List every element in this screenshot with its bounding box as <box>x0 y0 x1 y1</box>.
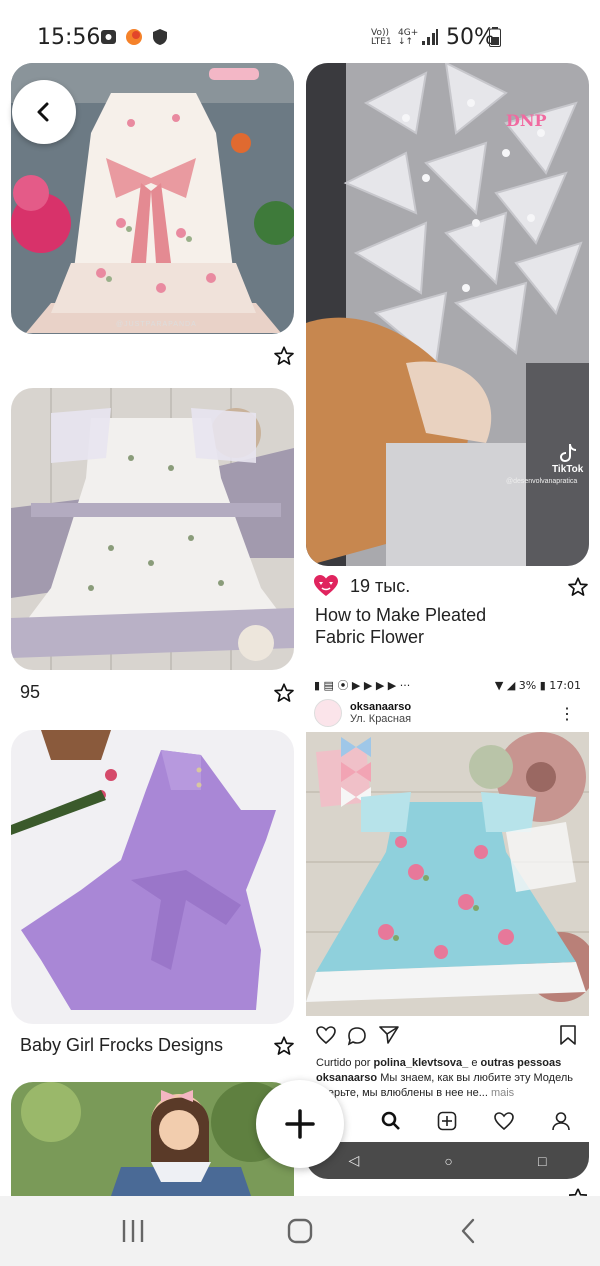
home-circle-icon: ○ <box>444 1152 453 1169</box>
avatar <box>314 699 342 727</box>
pin-meta-count: 95 <box>20 682 41 702</box>
girl-portrait-image <box>11 1082 294 1196</box>
bookmark-icon <box>560 1025 576 1045</box>
ig-post-header: oksanaarso Ул. Красная ⋮ <box>306 694 589 732</box>
ig-status-bar: ▮ ▤ ⦿ ▶ ▶ ▶ ▶ ··· ▼ ◢ 3% ▮ 17:01 <box>306 676 589 694</box>
comment-icon <box>347 1027 366 1046</box>
more-icon: ⋮ <box>559 706 575 723</box>
bunny-dress-image <box>11 388 294 670</box>
ig-location: Ул. Красная <box>350 713 412 725</box>
search-icon <box>381 1111 400 1130</box>
profile-icon <box>551 1112 570 1131</box>
status-time: 15:56 <box>37 25 101 50</box>
back-button[interactable] <box>12 80 76 144</box>
recent-apps-icon[interactable] <box>121 1218 145 1244</box>
recents-square-icon: □ <box>537 1152 547 1169</box>
back-triangle-icon: ◁ <box>348 1152 360 1168</box>
reaction-count: 19 тыс. <box>350 576 411 596</box>
save-star-icon[interactable] <box>273 345 295 367</box>
lilac-dress-image <box>11 730 294 1024</box>
create-pin-button[interactable] <box>256 1080 344 1168</box>
image-watermark: DNP <box>506 111 547 130</box>
battery-percent: 50% <box>446 25 495 50</box>
heart-outline-icon <box>316 1026 336 1044</box>
battery-icon <box>489 27 501 47</box>
shield-icon <box>153 29 167 45</box>
image-credit: @JUSTPARAPANDA <box>116 321 197 328</box>
save-star-icon[interactable] <box>273 682 295 704</box>
tiktok-handle: @desenvolvanapratica <box>506 478 578 485</box>
ig-system-nav: ◁ ○ □ <box>306 1142 589 1179</box>
network-4g: 4G+ ↓↑ <box>398 28 419 47</box>
pin-title[interactable]: How to Make Pleated Fabric Flower <box>315 604 486 648</box>
pin-image-girl-portrait[interactable] <box>11 1082 294 1196</box>
save-star-icon[interactable] <box>273 1035 295 1057</box>
ig-username: oksanaarso <box>350 701 412 713</box>
pin-title[interactable]: Baby Girl Frocks Designs <box>20 1035 223 1056</box>
activity-icon <box>494 1112 514 1130</box>
status-bar: 15:56 Vo)) LTE1 4G+ ↓↑ 50% <box>0 0 600 60</box>
tiktok-label: TikTok <box>552 464 584 475</box>
system-navigation-bar <box>0 1196 600 1266</box>
back-nav-icon[interactable] <box>458 1218 478 1244</box>
ig-caption: Curtido por polina_klevtsova_ e outras p… <box>316 1057 573 1099</box>
plus-icon <box>285 1109 315 1139</box>
new-post-icon <box>438 1111 457 1131</box>
ig-bottom-nav <box>306 1100 589 1142</box>
heart-eyes-icon <box>314 575 338 596</box>
ig-action-bar <box>306 1016 589 1056</box>
chevron-left-icon <box>37 102 49 122</box>
firefox-icon <box>126 29 142 45</box>
pin-image-lilac-dress[interactable] <box>11 730 294 1024</box>
media-icon <box>101 30 116 44</box>
send-icon <box>379 1026 399 1044</box>
signal-icon <box>422 29 438 45</box>
ig-post-image <box>306 732 589 1016</box>
pin-video-fabric-flower[interactable]: DNP TikTok @desenvolvanapratica <box>306 63 589 566</box>
pin-image-bunny-dress[interactable] <box>11 388 294 670</box>
fabric-flower-image <box>306 63 589 566</box>
pin-image-instagram-screenshot[interactable]: ▮ ▤ ⦿ ▶ ▶ ▶ ▶ ··· ▼ ◢ 3% ▮ 17:01 oksanaa… <box>306 676 589 1179</box>
tiktok-icon <box>560 444 576 462</box>
save-star-icon[interactable] <box>567 576 589 598</box>
home-button-icon[interactable] <box>287 1218 313 1244</box>
